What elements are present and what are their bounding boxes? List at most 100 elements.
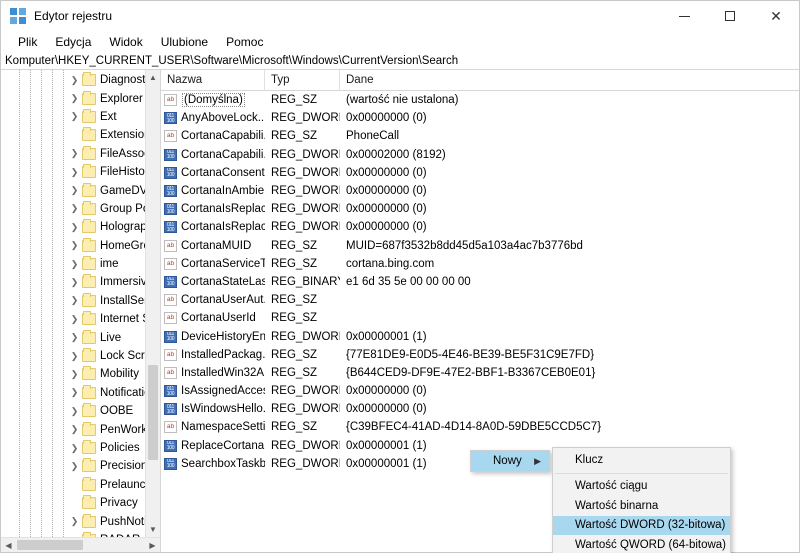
tree-horizontal-scrollbar[interactable]: ◀ ▶ — [1, 537, 160, 552]
chevron-right-icon[interactable]: ❯ — [67, 314, 82, 325]
folder-icon — [82, 295, 96, 307]
chevron-right-icon[interactable]: ❯ — [67, 516, 82, 527]
table-row[interactable]: 011100CortanaIsReplac...REG_DWORD0x00000… — [161, 200, 799, 218]
value-name: CortanaCapabili... — [181, 130, 265, 142]
table-row[interactable]: abInstalledWin32A...REG_SZ{B644CED9-DF9E… — [161, 364, 799, 382]
table-row[interactable]: 011100CortanaIsReplac...REG_DWORD0x00000… — [161, 218, 799, 236]
menu-item-ulubione[interactable]: Ulubione — [152, 33, 217, 51]
table-row[interactable]: 011100DeviceHistoryEn...REG_DWORD0x00000… — [161, 327, 799, 345]
tree-node-lock-screen[interactable]: ❯Lock Screen — [1, 347, 160, 365]
tree-node-explorer[interactable]: ❯Explorer — [1, 89, 160, 107]
value-name-cell: abNamespaceSetti... — [161, 421, 265, 433]
maximize-button[interactable] — [707, 1, 753, 31]
tree-node-extensions[interactable]: Extensions — [1, 126, 160, 144]
tree-node-fileassociations[interactable]: ❯FileAssociations — [1, 145, 160, 163]
table-row[interactable]: abCortanaUserAut...REG_SZ — [161, 291, 799, 309]
tree-node-ext[interactable]: ❯Ext — [1, 108, 160, 126]
tree-node-filehistory[interactable]: ❯FileHistory — [1, 163, 160, 181]
tree-node-immersiveshell[interactable]: ❯ImmersiveShell — [1, 273, 160, 291]
chevron-right-icon[interactable]: ❯ — [67, 111, 82, 122]
tree-node-diagnostics[interactable]: ❯Diagnostics — [1, 71, 160, 89]
context-menu-item-warto-binarna[interactable]: Wartość binarna — [553, 496, 730, 516]
chevron-right-icon[interactable]: ❯ — [67, 185, 82, 196]
chevron-right-icon[interactable]: ❯ — [67, 240, 82, 251]
folder-icon — [82, 203, 96, 215]
table-row[interactable]: abCortanaMUIDREG_SZMUID=687f3532b8dd45d5… — [161, 237, 799, 255]
column-header-data[interactable]: Dane — [340, 70, 799, 91]
table-row[interactable]: abCortanaServiceT...REG_SZcortana.bing.c… — [161, 255, 799, 273]
menu-item-edycja[interactable]: Edycja — [46, 33, 100, 51]
tree-node-installservice[interactable]: ❯InstallService — [1, 292, 160, 310]
tree-node-ime[interactable]: ❯ime — [1, 255, 160, 273]
context-menu-item-warto-ci-gu[interactable]: Wartość ciągu — [553, 477, 730, 497]
tree-node-homegroup[interactable]: ❯HomeGroup — [1, 237, 160, 255]
chevron-right-icon[interactable]: ❯ — [67, 167, 82, 178]
chevron-right-icon[interactable]: ❯ — [67, 369, 82, 380]
tree-hscroll-thumb[interactable] — [17, 540, 83, 550]
table-row[interactable]: 011100AnyAboveLock...REG_DWORD0x00000000… — [161, 109, 799, 127]
table-row[interactable]: 011100CortanaInAmbie...REG_DWORD0x000000… — [161, 182, 799, 200]
context-menu-item-klucz[interactable]: Klucz — [553, 450, 730, 470]
chevron-right-icon[interactable]: ❯ — [67, 277, 82, 288]
context-menu-item-warto-qword-64-bitowa[interactable]: Wartość QWORD (64-bitowa) — [553, 535, 730, 553]
table-row[interactable]: 011100CortanaCapabili...REG_DWORD0x00002… — [161, 146, 799, 164]
tree-scroll-right-button[interactable]: ▶ — [145, 538, 160, 552]
table-row[interactable]: 011100CortanaStateLas...REG_BINARYe1 6d … — [161, 273, 799, 291]
menu-bar: PlikEdycjaWidokUlubionePomoc — [1, 31, 799, 52]
menu-item-plik[interactable]: Plik — [9, 33, 46, 51]
address-bar[interactable]: Komputer\HKEY_CURRENT_USER\Software\Micr… — [1, 52, 799, 70]
table-row[interactable]: ab(Domyślna)REG_SZ(wartość nie ustalona) — [161, 91, 799, 109]
tree-node-precisiontouchpad[interactable]: ❯PrecisionTouchpad — [1, 457, 160, 475]
table-row[interactable]: abCortanaCapabili...REG_SZPhoneCall — [161, 127, 799, 145]
chevron-right-icon[interactable]: ❯ — [67, 295, 82, 306]
tree-node-privacy[interactable]: Privacy — [1, 494, 160, 512]
minimize-button[interactable] — [661, 1, 707, 31]
tree-node-live[interactable]: ❯Live — [1, 328, 160, 346]
tree-vertical-scrollbar[interactable]: ▲ ▼ — [145, 70, 160, 537]
context-menu-item-nowy[interactable]: Nowy ▶ — [471, 451, 549, 471]
value-data-cell: 0x00000001 (1) — [340, 331, 799, 343]
table-row[interactable]: 011100IsAssignedAccessREG_DWORD0x0000000… — [161, 382, 799, 400]
close-button[interactable]: ✕ — [753, 1, 799, 31]
tree-node-mobility[interactable]: ❯Mobility — [1, 365, 160, 383]
chevron-right-icon[interactable]: ❯ — [67, 424, 82, 435]
chevron-right-icon[interactable]: ❯ — [67, 406, 82, 417]
table-row[interactable]: 011100CortanaConsentREG_DWORD0x00000000 … — [161, 164, 799, 182]
tree-node-pushnotifications[interactable]: ❯PushNotifications — [1, 512, 160, 530]
chevron-right-icon[interactable]: ❯ — [67, 351, 82, 362]
chevron-right-icon[interactable]: ❯ — [67, 203, 82, 214]
table-row[interactable]: abInstalledPackag...REG_SZ{77E81DE9-E0D5… — [161, 346, 799, 364]
menu-item-pomoc[interactable]: Pomoc — [217, 33, 272, 51]
tree-node-notifications[interactable]: ❯Notifications — [1, 384, 160, 402]
chevron-right-icon[interactable]: ❯ — [67, 93, 82, 104]
chevron-right-icon[interactable]: ❯ — [67, 387, 82, 398]
tree-node-content: Privacy — [82, 497, 143, 509]
chevron-right-icon[interactable]: ❯ — [67, 461, 82, 472]
tree-scroll-left-button[interactable]: ◀ — [1, 541, 16, 550]
table-row[interactable]: abCortanaUserIdREG_SZ — [161, 309, 799, 327]
chevron-right-icon[interactable]: ❯ — [67, 332, 82, 343]
table-row[interactable]: abNamespaceSetti...REG_SZ{C39BFEC4-41AD-… — [161, 418, 799, 436]
tree-node-internet-settings[interactable]: ❯Internet Settings — [1, 310, 160, 328]
chevron-right-icon[interactable]: ❯ — [67, 222, 82, 233]
chevron-right-icon[interactable]: ❯ — [67, 259, 82, 270]
chevron-right-icon[interactable]: ❯ — [67, 443, 82, 454]
context-menu-item-warto-dword-32-bitowa[interactable]: Wartość DWORD (32-bitowa) — [553, 516, 730, 536]
tree-vscroll-thumb[interactable] — [148, 365, 158, 460]
tree-scroll-down-button[interactable]: ▼ — [146, 522, 160, 537]
column-header-type[interactable]: Typ — [265, 70, 340, 91]
tree-node-prelaunch[interactable]: Prelaunch — [1, 476, 160, 494]
tree-node-holographic[interactable]: ❯Holographic — [1, 218, 160, 236]
table-row[interactable]: 011100IsWindowsHello...REG_DWORD0x000000… — [161, 400, 799, 418]
chevron-right-icon[interactable]: ❯ — [67, 148, 82, 159]
tree-scroll-up-button[interactable]: ▲ — [146, 70, 160, 85]
tree-node-gamedvr[interactable]: ❯GameDVR — [1, 181, 160, 199]
column-header-name[interactable]: Nazwa — [161, 70, 265, 91]
binary-value-icon: 011100 — [164, 276, 177, 288]
chevron-right-icon[interactable]: ❯ — [67, 75, 82, 86]
tree-node-oobe[interactable]: ❯OOBE — [1, 402, 160, 420]
tree-node-penworkspace[interactable]: ❯PenWorkspace — [1, 420, 160, 438]
tree-node-group-policy[interactable]: ❯Group Policy — [1, 200, 160, 218]
menu-item-widok[interactable]: Widok — [100, 33, 151, 51]
tree-node-policies[interactable]: ❯Policies — [1, 439, 160, 457]
